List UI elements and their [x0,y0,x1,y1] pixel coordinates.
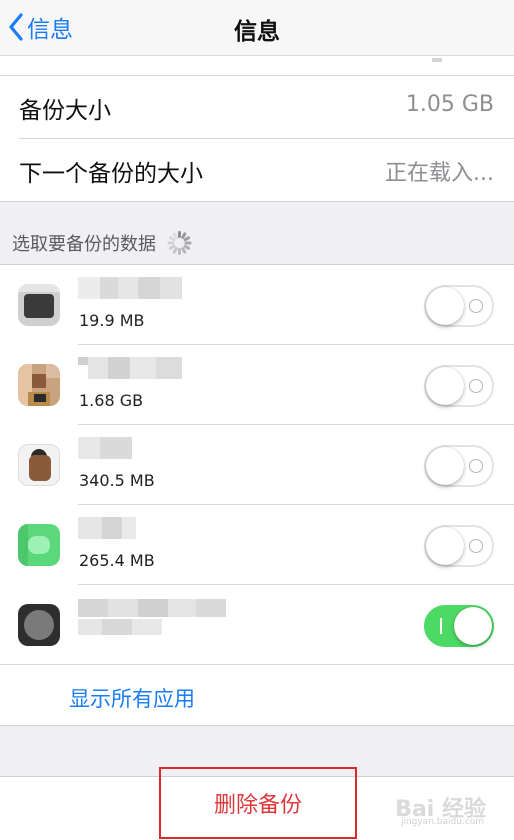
app-list: 19.9 MB 1.68 GB 340.5 MB 265.4 MB 显示所有应用 [0,264,514,726]
app-icon [18,364,60,406]
backup-toggle[interactable] [424,445,494,487]
delete-backup-group: 删除备份 Bai 经验 jingyan.baidu.com [0,767,514,840]
app-name-redacted [78,357,182,379]
show-all-apps-link[interactable]: 显示所有应用 [69,683,195,713]
section-header: 选取要备份的数据 [12,230,192,256]
app-row: 19.9 MB [0,265,514,345]
app-row [0,585,514,665]
app-size: 1.68 GB [79,391,144,410]
app-size: 340.5 MB [79,471,155,490]
toggle-knob [426,447,464,485]
backup-toggle[interactable] [424,285,494,327]
app-size: 265.4 MB [79,551,155,570]
divider [0,664,514,665]
app-row: 340.5 MB [0,425,514,505]
app-name-redacted [78,437,132,459]
watermark-url: jingyan.baidu.com [400,817,484,827]
backup-size-label: 备份大小 [19,98,111,124]
next-backup-size-label: 下一个备份的大小 [19,161,203,187]
backup-toggle[interactable] [424,365,494,407]
app-icon [18,444,60,486]
app-name-redacted [78,599,226,639]
toggle-knob [454,607,492,645]
backup-toggle[interactable] [424,605,494,647]
toggle-off-icon [469,299,483,313]
app-name-redacted [78,517,136,539]
backup-toggle[interactable] [424,525,494,567]
page: 信息 信息 备份大小 1.05 GB 下一个备份的大小 正在载入... 选取要备… [0,0,514,840]
next-backup-size-value: 正在载入... [385,161,494,186]
app-name-redacted [78,277,182,299]
app-icon [18,524,60,566]
toggle-off-icon [469,459,483,473]
toggle-on-icon [440,618,442,634]
toggle-knob [426,367,464,405]
partial-row-hint [432,58,442,62]
toggle-knob [426,527,464,565]
delete-backup-label: 删除备份 [213,793,302,818]
app-icon [18,284,60,326]
toggle-knob [426,287,464,325]
app-row: 1.68 GB [0,345,514,425]
delete-backup-button[interactable]: 删除备份 [159,767,357,839]
backup-size-row: 备份大小 1.05 GB [0,76,514,138]
next-backup-size-row: 下一个备份的大小 正在载入... [0,139,514,201]
toggle-off-icon [469,539,483,553]
loading-spinner-icon [166,230,192,256]
backup-info-group: 备份大小 1.05 GB 下一个备份的大小 正在载入... [0,56,514,202]
app-icon [18,604,60,646]
partial-row [0,56,514,76]
section-title: 选取要备份的数据 [12,234,156,255]
toggle-off-icon [469,379,483,393]
page-title: 信息 [234,19,280,45]
backup-size-value: 1.05 GB [405,92,494,117]
app-size: 19.9 MB [79,311,145,330]
app-row: 265.4 MB [0,505,514,585]
navigation-bar: 信息 信息 [0,0,514,56]
